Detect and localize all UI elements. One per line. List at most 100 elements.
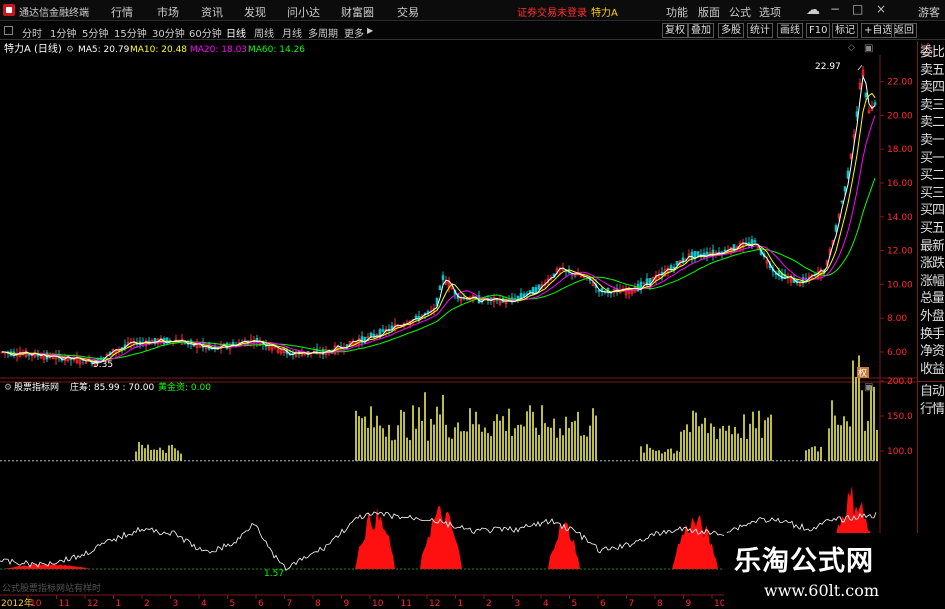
month-label: 9: [344, 599, 350, 609]
yellow-bar: [481, 431, 483, 461]
quote-field-8[interactable]: 买三: [920, 186, 944, 202]
indicator-settings-icon[interactable]: ⚙: [4, 383, 12, 393]
month-label: 2: [144, 599, 150, 609]
more-arrow-icon[interactable]: ▶: [367, 26, 373, 35]
yellow-bar: [834, 415, 836, 461]
period-monthly[interactable]: 月线: [282, 25, 302, 40]
stats-button[interactable]: 统计: [747, 23, 773, 38]
yellow-bar: [159, 447, 161, 461]
month-label: 1: [458, 599, 464, 609]
ma60-line: [1, 177, 876, 360]
menu-function[interactable]: 功能: [666, 4, 688, 20]
main-y-tick-label: 16.00: [887, 179, 913, 189]
back-button[interactable]: 返回: [891, 23, 917, 38]
period-weekly[interactable]: 周线: [254, 25, 274, 40]
settings-icon[interactable]: ⚙: [66, 45, 74, 55]
quote-field-4[interactable]: 卖二: [920, 115, 944, 131]
quote-field-18[interactable]: 收益: [920, 362, 944, 378]
candles: [0, 65, 877, 369]
login-notice[interactable]: 证券交易未登录: [517, 4, 587, 19]
quote-field-11[interactable]: 最新: [920, 239, 944, 255]
main-y-tick-label: 14.00: [887, 213, 913, 223]
period-more[interactable]: 更多: [344, 25, 364, 40]
quote-field-1[interactable]: 卖五: [920, 63, 944, 79]
quote-field-0[interactable]: 委比: [920, 45, 944, 61]
auto-quote-1[interactable]: 行情: [920, 402, 944, 418]
yellow-bar: [664, 451, 666, 461]
yellow-bar: [640, 446, 642, 461]
cloud-icon[interactable]: ☁: [806, 2, 820, 18]
period-30min[interactable]: 30分钟: [152, 25, 185, 40]
quote-field-5[interactable]: 卖一: [920, 133, 944, 149]
quote-field-10[interactable]: 买五: [920, 221, 944, 237]
menu-options[interactable]: 选项: [759, 4, 781, 20]
candle-body: [675, 261, 679, 266]
period-daily[interactable]: 日线: [226, 25, 246, 40]
yellow-bar: [571, 422, 573, 461]
close-icon[interactable]: ×: [876, 2, 886, 16]
adjust-button[interactable]: 复权: [662, 23, 688, 38]
yellow-bar: [695, 412, 697, 461]
quote-field-6[interactable]: 买一: [920, 151, 944, 167]
menu-trade[interactable]: 交易: [397, 4, 419, 20]
period-15min[interactable]: 15分钟: [114, 25, 147, 40]
quote-field-12[interactable]: 涨跌: [920, 256, 944, 272]
yellow-bar: [805, 450, 807, 461]
period-1min[interactable]: 1分钟: [50, 25, 76, 40]
guest-label[interactable]: 游客: [918, 4, 940, 20]
candle-body: [537, 284, 541, 290]
candle-body: [597, 290, 601, 292]
draw-button[interactable]: 画线: [777, 23, 803, 38]
quote-field-13[interactable]: 涨幅: [920, 274, 944, 290]
huangjin-label: 黄金资: 0.00: [158, 381, 211, 393]
yellow-bar: [743, 414, 745, 461]
auto-quote-0[interactable]: 自动: [920, 384, 944, 400]
f10-button[interactable]: F10: [806, 23, 831, 38]
mark-button[interactable]: 标记: [832, 23, 858, 38]
main-y-tick-label: 20.00: [887, 111, 913, 121]
menu-discover[interactable]: 发现: [244, 4, 266, 20]
yellow-bar: [180, 453, 182, 461]
menu-wealth[interactable]: 财富圈: [341, 4, 374, 20]
quote-field-17[interactable]: 净资: [920, 344, 944, 360]
period-multi[interactable]: 多周期: [308, 25, 338, 40]
overlay-button[interactable]: 叠加: [688, 23, 714, 38]
diamond-icon[interactable]: ◇: [848, 43, 855, 53]
toolbar-toggle-icon[interactable]: [4, 26, 13, 35]
yellow-bar: [457, 422, 459, 461]
candle-body: [723, 249, 727, 252]
quote-field-16[interactable]: 换手: [920, 327, 944, 343]
period-60min[interactable]: 60分钟: [189, 25, 222, 40]
yellow-bar: [758, 410, 760, 461]
maximize-icon[interactable]: □: [852, 2, 863, 16]
multi-stock-button[interactable]: 多股: [718, 23, 744, 38]
menu-market[interactable]: 市场: [157, 4, 179, 20]
indicator-y-tick-label: 150.0: [887, 412, 913, 422]
yellow-bar: [592, 408, 594, 461]
minimize-icon[interactable]: −: [830, 2, 840, 16]
menu-ask[interactable]: 问小达: [287, 4, 320, 20]
candle-body: [27, 353, 31, 356]
quote-field-7[interactable]: 买二: [920, 168, 944, 184]
month-label: 11: [401, 599, 412, 609]
yellow-bar: [580, 435, 582, 461]
quote-field-9[interactable]: 买四: [920, 203, 944, 219]
quote-field-15[interactable]: 外盘: [920, 309, 944, 325]
menu-news[interactable]: 资讯: [201, 4, 223, 20]
month-label: 4: [543, 599, 549, 609]
month-label: 11: [59, 599, 70, 609]
yellow-bar: [144, 448, 146, 461]
menu-layout[interactable]: 版面: [698, 4, 720, 20]
candle-body: [840, 200, 844, 203]
quote-field-3[interactable]: 卖三: [920, 98, 944, 114]
period-timeshare[interactable]: 分时: [22, 25, 42, 40]
expand-icon[interactable]: ▣: [864, 43, 873, 54]
indicator-expand-icon[interactable]: ▣: [864, 382, 873, 393]
kline-chart[interactable]: 特力A (日线) ⚙ MA5: 20.79 MA10: 20.48 MA20: …: [0, 41, 918, 609]
period-5min[interactable]: 5分钟: [82, 25, 108, 40]
yellow-bar: [692, 410, 694, 461]
quote-field-2[interactable]: 卖四: [920, 80, 944, 96]
menu-formula[interactable]: 公式: [729, 4, 751, 20]
quote-field-14[interactable]: 总量: [920, 291, 944, 307]
menu-quotes[interactable]: 行情: [111, 4, 133, 20]
